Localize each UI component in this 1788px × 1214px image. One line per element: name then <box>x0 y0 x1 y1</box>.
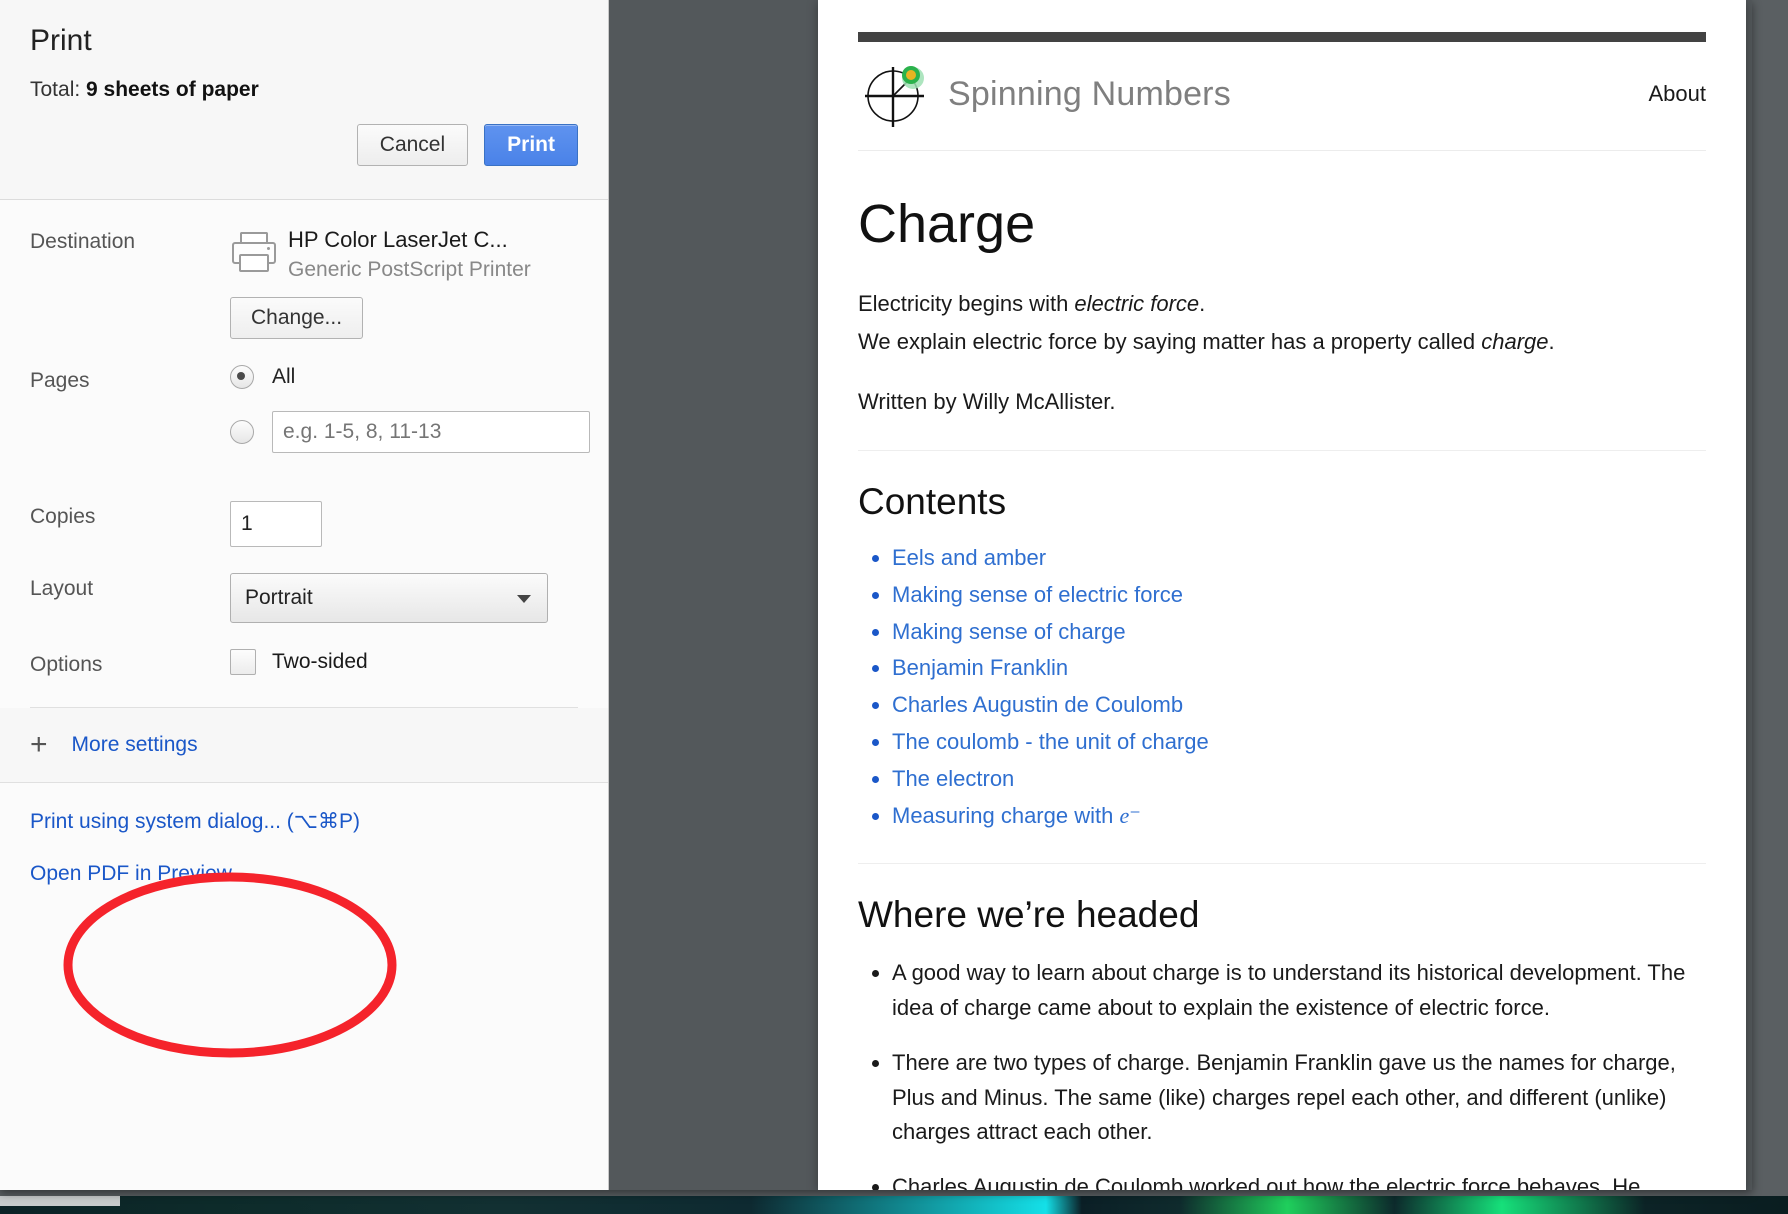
document-title: Charge <box>858 194 1036 254</box>
list-item[interactable]: Measuring charge with e⁻ <box>892 801 1706 832</box>
contents-link[interactable]: The coulomb - the unit of charge <box>892 729 1209 754</box>
intro-1-tail: . <box>1199 291 1206 317</box>
contents-link[interactable]: Charles Augustin de Coulomb <box>892 692 1183 717</box>
destination-printer-name: HP Color LaserJet C... <box>288 227 508 252</box>
desktop-taskbar-strip <box>0 1196 1788 1214</box>
contents-link[interactable]: The electron <box>892 766 1014 791</box>
contents-link-prefix: Measuring charge with <box>892 802 1120 828</box>
list-item: There are two types of charge. Benjamin … <box>892 1046 1706 1150</box>
chevron-down-icon <box>517 594 531 603</box>
dialog-action-buttons: Cancel Print <box>30 124 578 167</box>
copies-row: Copies <box>30 475 578 547</box>
layout-row: Layout Portrait <box>30 547 578 623</box>
two-sided-label: Two-sided <box>272 649 368 673</box>
options-row: Options Two-sided <box>30 623 578 677</box>
intro-1-text: Electricity begins with <box>858 291 1075 317</box>
more-settings-link[interactable]: More settings <box>72 733 198 757</box>
site-brand-name: Spinning Numbers <box>948 74 1231 113</box>
printer-icon <box>230 230 276 272</box>
plus-icon: + <box>30 727 48 761</box>
site-topbar <box>858 32 1706 42</box>
print-system-dialog-link[interactable]: Print using system dialog... (⌥⌘P) <box>30 809 578 834</box>
print-settings-body: Destination HP Color LaserJet C... Gener… <box>0 200 608 708</box>
pages-range-radio[interactable] <box>230 419 254 444</box>
list-item: A good way to learn about charge is to u… <box>892 956 1706 1026</box>
pages-all-label: All <box>272 364 296 388</box>
coulomb-text-a: Charles Augustin de Coulomb worked out h… <box>892 1174 1641 1190</box>
pages-all-option[interactable]: All <box>230 364 590 389</box>
intro-2-emphasis: charge <box>1481 329 1549 355</box>
electron-symbol: e⁻ <box>1119 802 1141 828</box>
more-settings-row[interactable]: + More settings <box>0 707 608 783</box>
spinning-numbers-logo-icon <box>865 66 924 127</box>
taskbar-chip <box>0 1196 120 1206</box>
footer-links: Print using system dialog... (⌥⌘P) Open … <box>0 783 608 886</box>
destination-printer-sub: Generic PostScript Printer <box>288 257 531 281</box>
print-dialog-window: Print Total: 9 sheets of paper Cancel Pr… <box>0 0 1752 1190</box>
intro-2-tail: . <box>1548 329 1555 355</box>
list-item[interactable]: The electron <box>892 764 1706 795</box>
copies-label: Copies <box>30 504 96 528</box>
list-item[interactable]: Charles Augustin de Coulomb <box>892 690 1706 721</box>
two-sided-checkbox[interactable] <box>230 648 256 675</box>
contents-link[interactable]: Making sense of charge <box>892 619 1126 644</box>
two-sided-option[interactable]: Two-sided <box>230 648 578 675</box>
contents-link-math[interactable]: Measuring charge with e⁻ <box>892 803 1141 828</box>
pages-range-input[interactable] <box>272 410 590 453</box>
pages-label: Pages <box>30 368 90 392</box>
total-prefix: Total: <box>30 78 87 101</box>
where-headed-list: A good way to learn about charge is to u… <box>858 956 1706 1190</box>
section-rule-2 <box>858 863 1706 865</box>
destination-row: Destination HP Color LaserJet C... Gener… <box>30 200 578 339</box>
options-label: Options <box>30 652 103 676</box>
print-dialog-header: Print Total: 9 sheets of paper Cancel Pr… <box>0 0 608 200</box>
list-item[interactable]: Making sense of charge <box>892 617 1706 648</box>
change-destination-button[interactable]: Change... <box>230 296 364 339</box>
print-settings-pane: Print Total: 9 sheets of paper Cancel Pr… <box>0 0 609 1190</box>
pages-row: Pages All <box>30 339 590 475</box>
intro-line-1: Electricity begins with electric force. <box>858 288 1706 320</box>
section-rule-1 <box>858 450 1706 452</box>
cancel-button[interactable]: Cancel <box>356 124 469 167</box>
contents-heading: Contents <box>858 481 1007 523</box>
list-item[interactable]: Making sense of electric force <box>892 580 1706 611</box>
about-link[interactable]: About <box>1649 81 1707 107</box>
preview-page: Spinning Numbers About Charge Electricit… <box>818 0 1746 1190</box>
red-circle-annotation <box>63 872 397 1058</box>
destination-label: Destination <box>30 230 136 253</box>
layout-select-value: Portrait <box>245 585 313 609</box>
intro-2-text: We explain electric force by saying matt… <box>858 329 1482 355</box>
intro-line-2: We explain electric force by saying matt… <box>858 326 1706 358</box>
total-sheets-line: Total: 9 sheets of paper <box>30 78 578 102</box>
list-item: Charles Augustin de Coulomb worked out h… <box>892 1170 1706 1190</box>
total-sheets-value: 9 sheets of paper <box>86 78 259 101</box>
layout-select[interactable]: Portrait <box>230 572 548 623</box>
copies-input[interactable] <box>230 500 322 547</box>
pages-all-radio[interactable] <box>230 364 254 389</box>
where-headed-heading: Where we’re headed <box>858 894 1200 936</box>
pages-range-option[interactable] <box>230 410 590 453</box>
contents-link[interactable]: Benjamin Franklin <box>892 655 1068 680</box>
site-header: Spinning Numbers About <box>858 42 1706 151</box>
print-button[interactable]: Print <box>484 124 578 167</box>
contents-list: Eels and amber Making sense of electric … <box>858 543 1706 831</box>
byline: Written by Willy McAllister. <box>858 389 1116 415</box>
open-pdf-preview-link[interactable]: Open PDF in Preview <box>30 862 578 886</box>
intro-1-emphasis: electric force <box>1074 291 1200 317</box>
list-item[interactable]: Benjamin Franklin <box>892 653 1706 684</box>
contents-link[interactable]: Eels and amber <box>892 545 1046 570</box>
site-brand[interactable]: Spinning Numbers <box>858 56 1231 132</box>
list-item[interactable]: Eels and amber <box>892 543 1706 574</box>
layout-label: Layout <box>30 576 94 600</box>
screen: Print Total: 9 sheets of paper Cancel Pr… <box>0 0 1788 1214</box>
contents-link[interactable]: Making sense of electric force <box>892 582 1183 607</box>
page-title: Print <box>30 24 92 57</box>
print-preview-area: Spinning Numbers About Charge Electricit… <box>609 0 1752 1190</box>
list-item[interactable]: The coulomb - the unit of charge <box>892 727 1706 758</box>
